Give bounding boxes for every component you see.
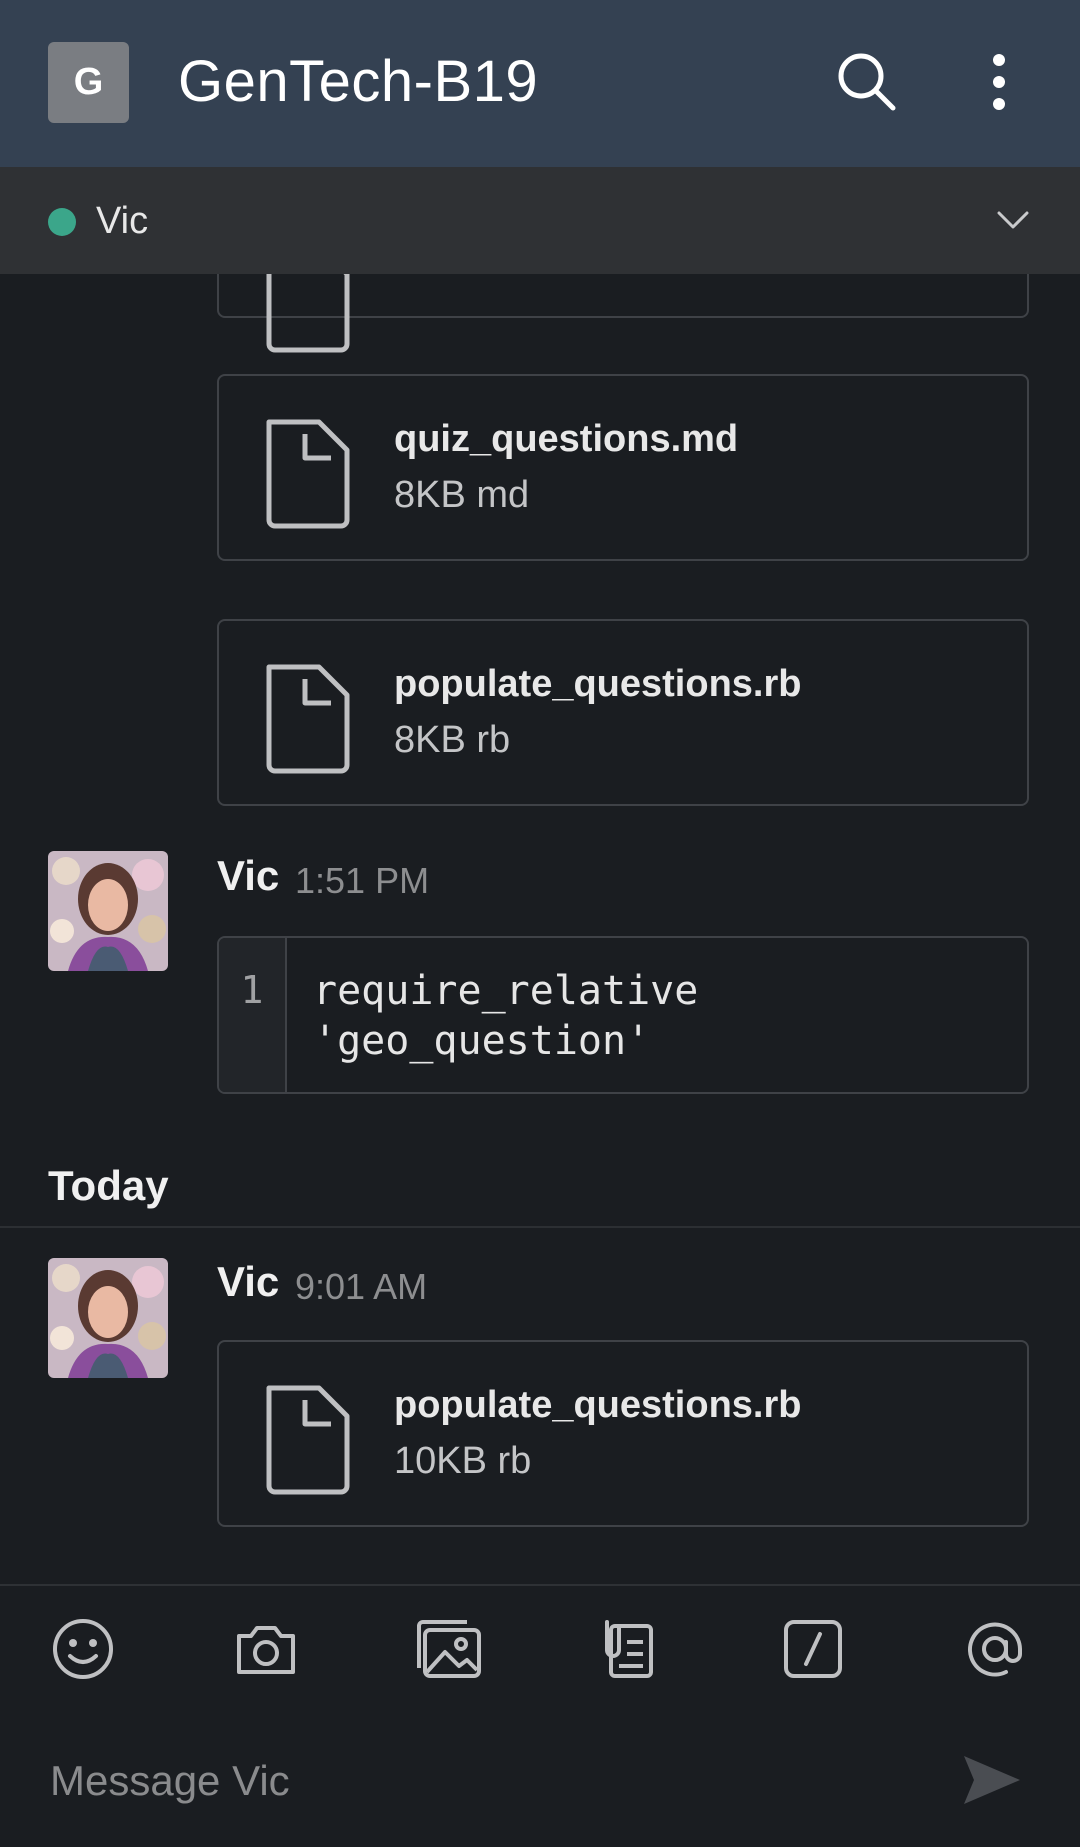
file-meta: 8KB md: [394, 474, 530, 516]
file-card[interactable]: populate_questions.rb 10KB rb: [217, 1340, 1029, 1527]
file-name: populate_questions.rb: [394, 663, 802, 705]
workspace-avatar[interactable]: G: [48, 42, 129, 123]
slash-command-icon[interactable]: [780, 1616, 846, 1687]
avatar[interactable]: [48, 851, 168, 971]
message-timestamp[interactable]: 1:51 PM: [295, 860, 429, 902]
chevron-down-icon[interactable]: [995, 205, 1031, 240]
search-icon[interactable]: [835, 50, 899, 119]
file-card[interactable]: quiz_questions.md 8KB md: [217, 374, 1029, 561]
file-icon: [259, 274, 355, 361]
code-line-number: 1: [240, 968, 264, 1012]
file-meta: 10KB rb: [394, 1440, 532, 1482]
workspace-title[interactable]: GenTech-B19: [178, 48, 538, 115]
message-timestamp[interactable]: 9:01 AM: [295, 1266, 427, 1308]
more-vertical-icon[interactable]: [985, 50, 1013, 119]
file-meta: 8KB rb: [394, 719, 511, 761]
file-icon: [259, 657, 355, 782]
code-gutter: [219, 938, 287, 1092]
avatar[interactable]: [48, 1258, 168, 1378]
image-gallery-icon[interactable]: [413, 1616, 485, 1687]
day-divider-line: [0, 1226, 1080, 1228]
code-snippet[interactable]: 1 require_relative 'geo_question': [217, 936, 1029, 1094]
message-author[interactable]: Vic: [217, 852, 279, 900]
file-icon: [259, 412, 355, 537]
send-icon[interactable]: [960, 1750, 1024, 1815]
day-divider-label: Today: [48, 1162, 169, 1209]
file-name: quiz_questions.md: [394, 418, 739, 460]
clip-icon[interactable]: [597, 1616, 663, 1687]
presence-dot: [48, 208, 76, 236]
emoji-icon[interactable]: [50, 1616, 116, 1687]
channel-bar[interactable]: [0, 167, 1080, 274]
message-author[interactable]: Vic: [217, 1258, 279, 1306]
message-list[interactable]: quiz_questions.md 8KB md populate_questi…: [0, 274, 1080, 1584]
file-card-partial[interactable]: [217, 274, 1029, 353]
conversation-name[interactable]: Vic: [96, 200, 148, 243]
file-card[interactable]: populate_questions.rb 8KB rb: [217, 619, 1029, 806]
camera-icon[interactable]: [233, 1616, 299, 1687]
file-name: populate_questions.rb: [394, 1384, 802, 1426]
app-header: G GenTech-B19: [0, 0, 1080, 167]
at-mention-icon[interactable]: [962, 1616, 1028, 1687]
file-icon: [259, 1378, 355, 1503]
code-text: require_relative 'geo_question': [313, 968, 699, 1064]
message-input[interactable]: [48, 1750, 902, 1812]
